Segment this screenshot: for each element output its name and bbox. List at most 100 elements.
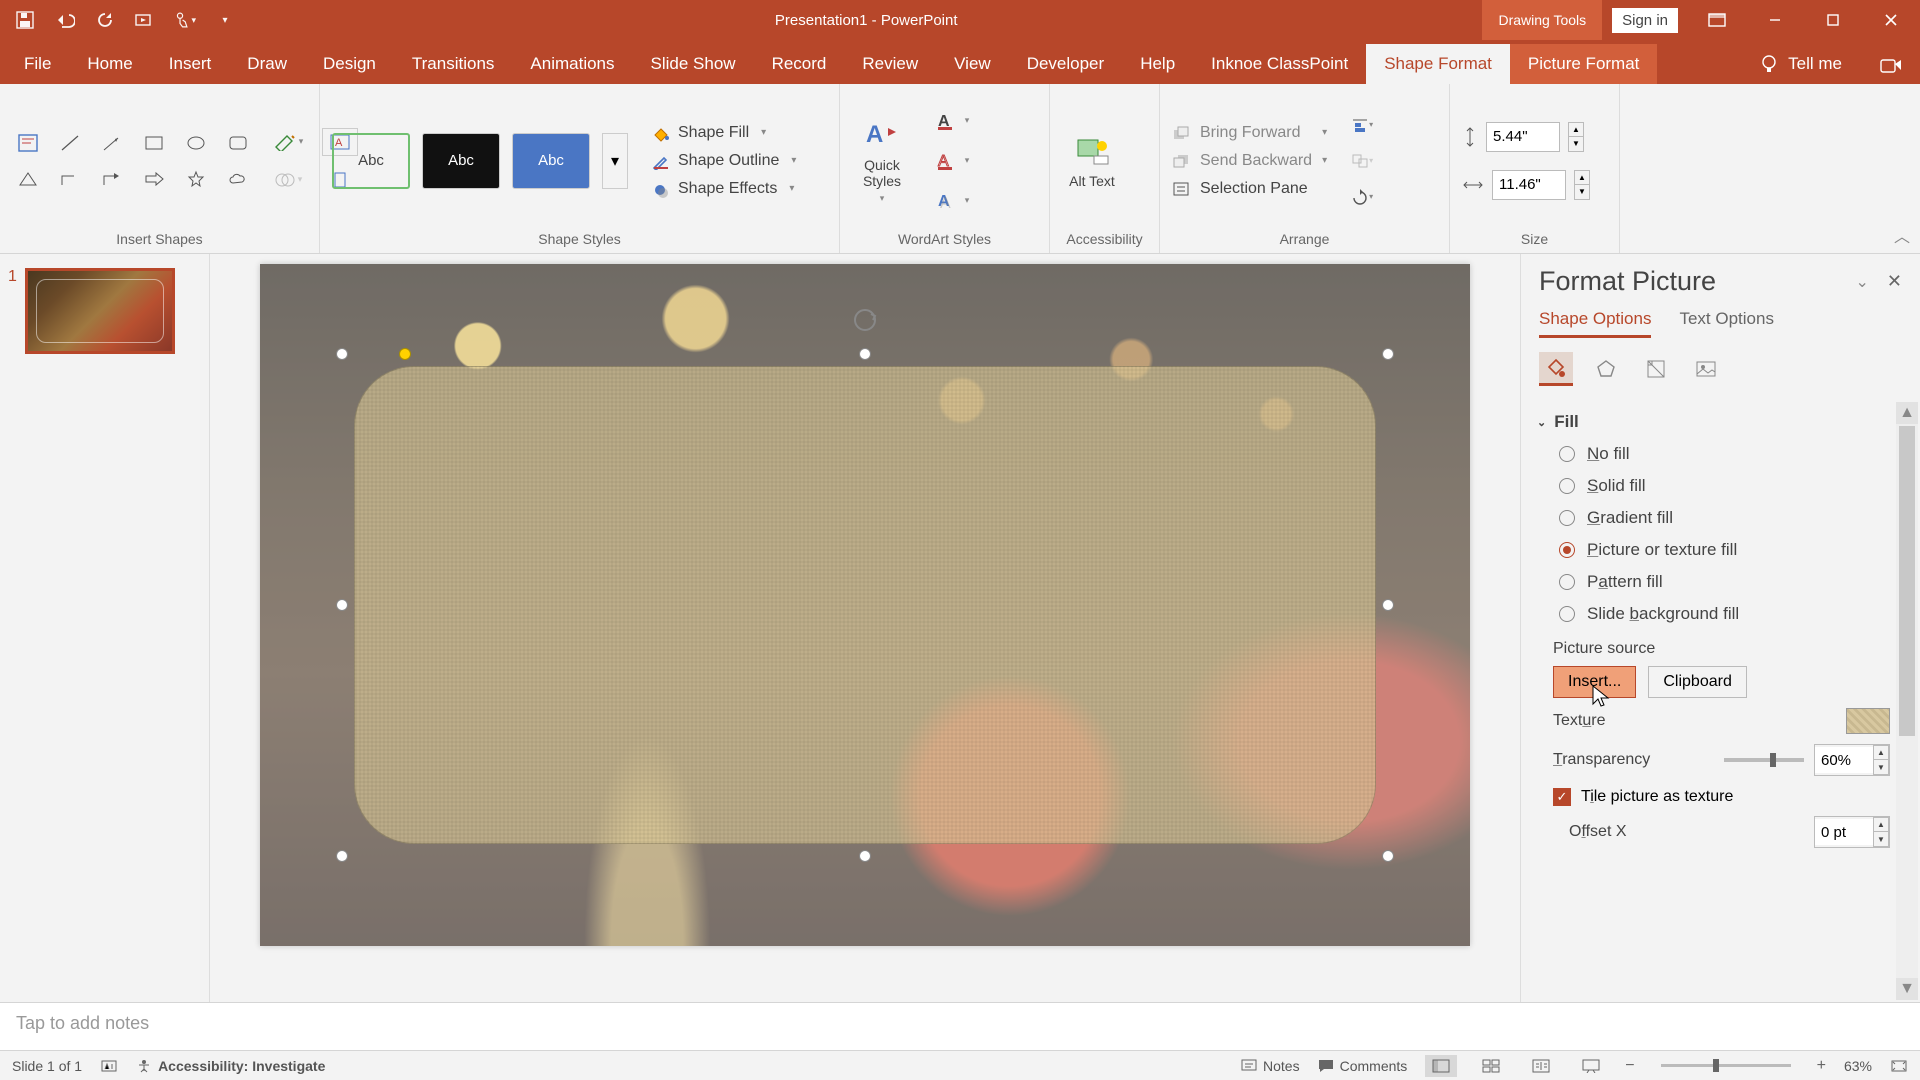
- radio-gradient-fill[interactable]: Gradient fill: [1559, 508, 1890, 528]
- tab-record[interactable]: Record: [754, 44, 845, 84]
- edit-shape-icon[interactable]: ▾: [270, 128, 306, 156]
- slideshow-view-icon[interactable]: [1575, 1055, 1607, 1077]
- tile-checkbox-row[interactable]: ✓ Tile picture as texture: [1537, 776, 1890, 806]
- qat-customize-icon[interactable]: ▾: [214, 9, 236, 31]
- shape-effects-button[interactable]: Shape Effects▾: [652, 180, 796, 198]
- accessibility-status[interactable]: Accessibility: Investigate: [136, 1058, 325, 1074]
- transparency-spinner[interactable]: ▲▼: [1873, 745, 1889, 775]
- shape-width-input[interactable]: [1492, 170, 1566, 200]
- style-preset-2[interactable]: Abc: [422, 133, 500, 189]
- shape-outline-button[interactable]: Shape Outline▾: [652, 152, 796, 170]
- effects-category-icon[interactable]: [1589, 352, 1623, 386]
- slide-sorter-view-icon[interactable]: [1475, 1055, 1507, 1077]
- quick-styles-button[interactable]: A Quick Styles▾: [852, 117, 912, 204]
- picture-category-icon[interactable]: [1689, 352, 1723, 386]
- oval-shape-icon[interactable]: [180, 128, 212, 158]
- zoom-level[interactable]: 63%: [1844, 1058, 1872, 1074]
- zoom-slider[interactable]: [1661, 1064, 1791, 1067]
- resize-handle-w[interactable]: [336, 599, 348, 611]
- text-fill-button[interactable]: A▾: [922, 106, 982, 136]
- tab-inknoe[interactable]: Inknoe ClassPoint: [1193, 44, 1366, 84]
- selected-shape[interactable]: [342, 354, 1388, 856]
- group-button[interactable]: ▾: [1347, 148, 1377, 174]
- share-icon[interactable]: [1862, 46, 1920, 84]
- offset-x-input[interactable]: [1815, 819, 1873, 845]
- textbox-shape-icon[interactable]: [12, 128, 44, 158]
- resize-handle-e[interactable]: [1382, 599, 1394, 611]
- elbow-arrow-icon[interactable]: [96, 164, 128, 194]
- notes-pane[interactable]: Tap to add notes: [0, 1002, 1920, 1050]
- collapse-ribbon-icon[interactable]: ︿: [1894, 223, 1910, 247]
- slide-thumbnail-1[interactable]: 1: [8, 268, 201, 354]
- clipboard-button[interactable]: Clipboard: [1648, 666, 1746, 698]
- tab-transitions[interactable]: Transitions: [394, 44, 513, 84]
- style-preset-3[interactable]: Abc: [512, 133, 590, 189]
- height-spinner[interactable]: ▲▼: [1568, 122, 1584, 152]
- tab-design[interactable]: Design: [305, 44, 394, 84]
- resize-handle-se[interactable]: [1382, 850, 1394, 862]
- size-category-icon[interactable]: [1639, 352, 1673, 386]
- width-spinner[interactable]: ▲▼: [1574, 170, 1590, 200]
- radio-no-fill[interactable]: NNo fillo fill: [1559, 444, 1890, 464]
- tab-help[interactable]: Help: [1122, 44, 1193, 84]
- star-shape-icon[interactable]: [180, 164, 212, 194]
- radio-slide-bg-fill[interactable]: Slide background fill: [1559, 604, 1890, 624]
- rounded-rect-icon[interactable]: [222, 128, 254, 158]
- scroll-down-icon[interactable]: ▼: [1896, 978, 1918, 1000]
- tell-me[interactable]: Tell me: [1740, 44, 1862, 84]
- cloud-shape-icon[interactable]: [222, 164, 254, 194]
- slide-indicator[interactable]: Slide 1 of 1: [12, 1058, 82, 1074]
- line-shape-icon[interactable]: [54, 128, 86, 158]
- radio-pattern-fill[interactable]: Pattern fill: [1559, 572, 1890, 592]
- maximize-icon[interactable]: [1804, 0, 1862, 40]
- resize-handle-ne[interactable]: [1382, 348, 1394, 360]
- shape-height-input[interactable]: [1486, 122, 1560, 152]
- pane-tab-shape-options[interactable]: Shape Options: [1539, 309, 1651, 338]
- pane-close-icon[interactable]: ✕: [1887, 271, 1902, 292]
- scroll-up-icon[interactable]: ▲: [1896, 402, 1918, 424]
- radio-solid-fill[interactable]: Solid fill: [1559, 476, 1890, 496]
- tab-review[interactable]: Review: [844, 44, 936, 84]
- adjustment-handle[interactable]: [399, 348, 411, 360]
- zoom-out-icon[interactable]: −: [1625, 1057, 1634, 1075]
- text-effects-button[interactable]: AA▾: [922, 186, 982, 216]
- save-icon[interactable]: [14, 9, 36, 31]
- tab-file[interactable]: File: [6, 44, 69, 84]
- tab-picture-format[interactable]: Picture Format: [1510, 44, 1657, 84]
- resize-handle-nw[interactable]: [336, 348, 348, 360]
- fit-to-window-icon[interactable]: [1890, 1059, 1908, 1073]
- start-from-beginning-icon[interactable]: [134, 9, 156, 31]
- send-backward-button[interactable]: Send Backward▾: [1172, 152, 1327, 170]
- fill-line-category-icon[interactable]: [1539, 352, 1573, 386]
- normal-view-icon[interactable]: [1425, 1055, 1457, 1077]
- pane-scrollbar[interactable]: ▲ ▼: [1896, 402, 1918, 1000]
- close-icon[interactable]: [1862, 0, 1920, 40]
- align-button[interactable]: ▾: [1347, 112, 1377, 138]
- ribbon-display-icon[interactable]: [1688, 0, 1746, 40]
- style-gallery-more[interactable]: ▾: [602, 133, 628, 189]
- rotate-button[interactable]: ▾: [1347, 184, 1377, 210]
- triangle-shape-icon[interactable]: [12, 164, 44, 194]
- scroll-thumb[interactable]: [1899, 426, 1915, 736]
- touch-mode-icon[interactable]: ▾: [174, 9, 196, 31]
- insert-picture-button[interactable]: Insert...: [1553, 666, 1636, 698]
- redo-icon[interactable]: [94, 9, 116, 31]
- transparency-input[interactable]: [1815, 747, 1873, 773]
- tab-draw[interactable]: Draw: [229, 44, 305, 84]
- shapes-gallery[interactable]: [12, 128, 254, 194]
- merge-shapes-icon[interactable]: ▾: [270, 166, 306, 194]
- zoom-in-icon[interactable]: +: [1817, 1057, 1826, 1075]
- rotate-handle[interactable]: [851, 306, 879, 334]
- texture-picker[interactable]: [1846, 708, 1890, 734]
- selection-pane-button[interactable]: Selection Pane: [1172, 180, 1327, 198]
- alt-text-button[interactable]: Alt Text: [1062, 133, 1122, 189]
- pane-tab-text-options[interactable]: Text Options: [1679, 309, 1774, 338]
- tab-animations[interactable]: Animations: [512, 44, 632, 84]
- radio-picture-fill[interactable]: Picture or texture fill: [1559, 540, 1890, 560]
- bring-forward-button[interactable]: Bring Forward▾: [1172, 124, 1327, 142]
- arrow-line-icon[interactable]: [96, 128, 128, 158]
- tab-shape-format[interactable]: Shape Format: [1366, 44, 1510, 84]
- undo-icon[interactable]: [54, 9, 76, 31]
- block-arrow-icon[interactable]: [138, 164, 170, 194]
- tab-view[interactable]: View: [936, 44, 1009, 84]
